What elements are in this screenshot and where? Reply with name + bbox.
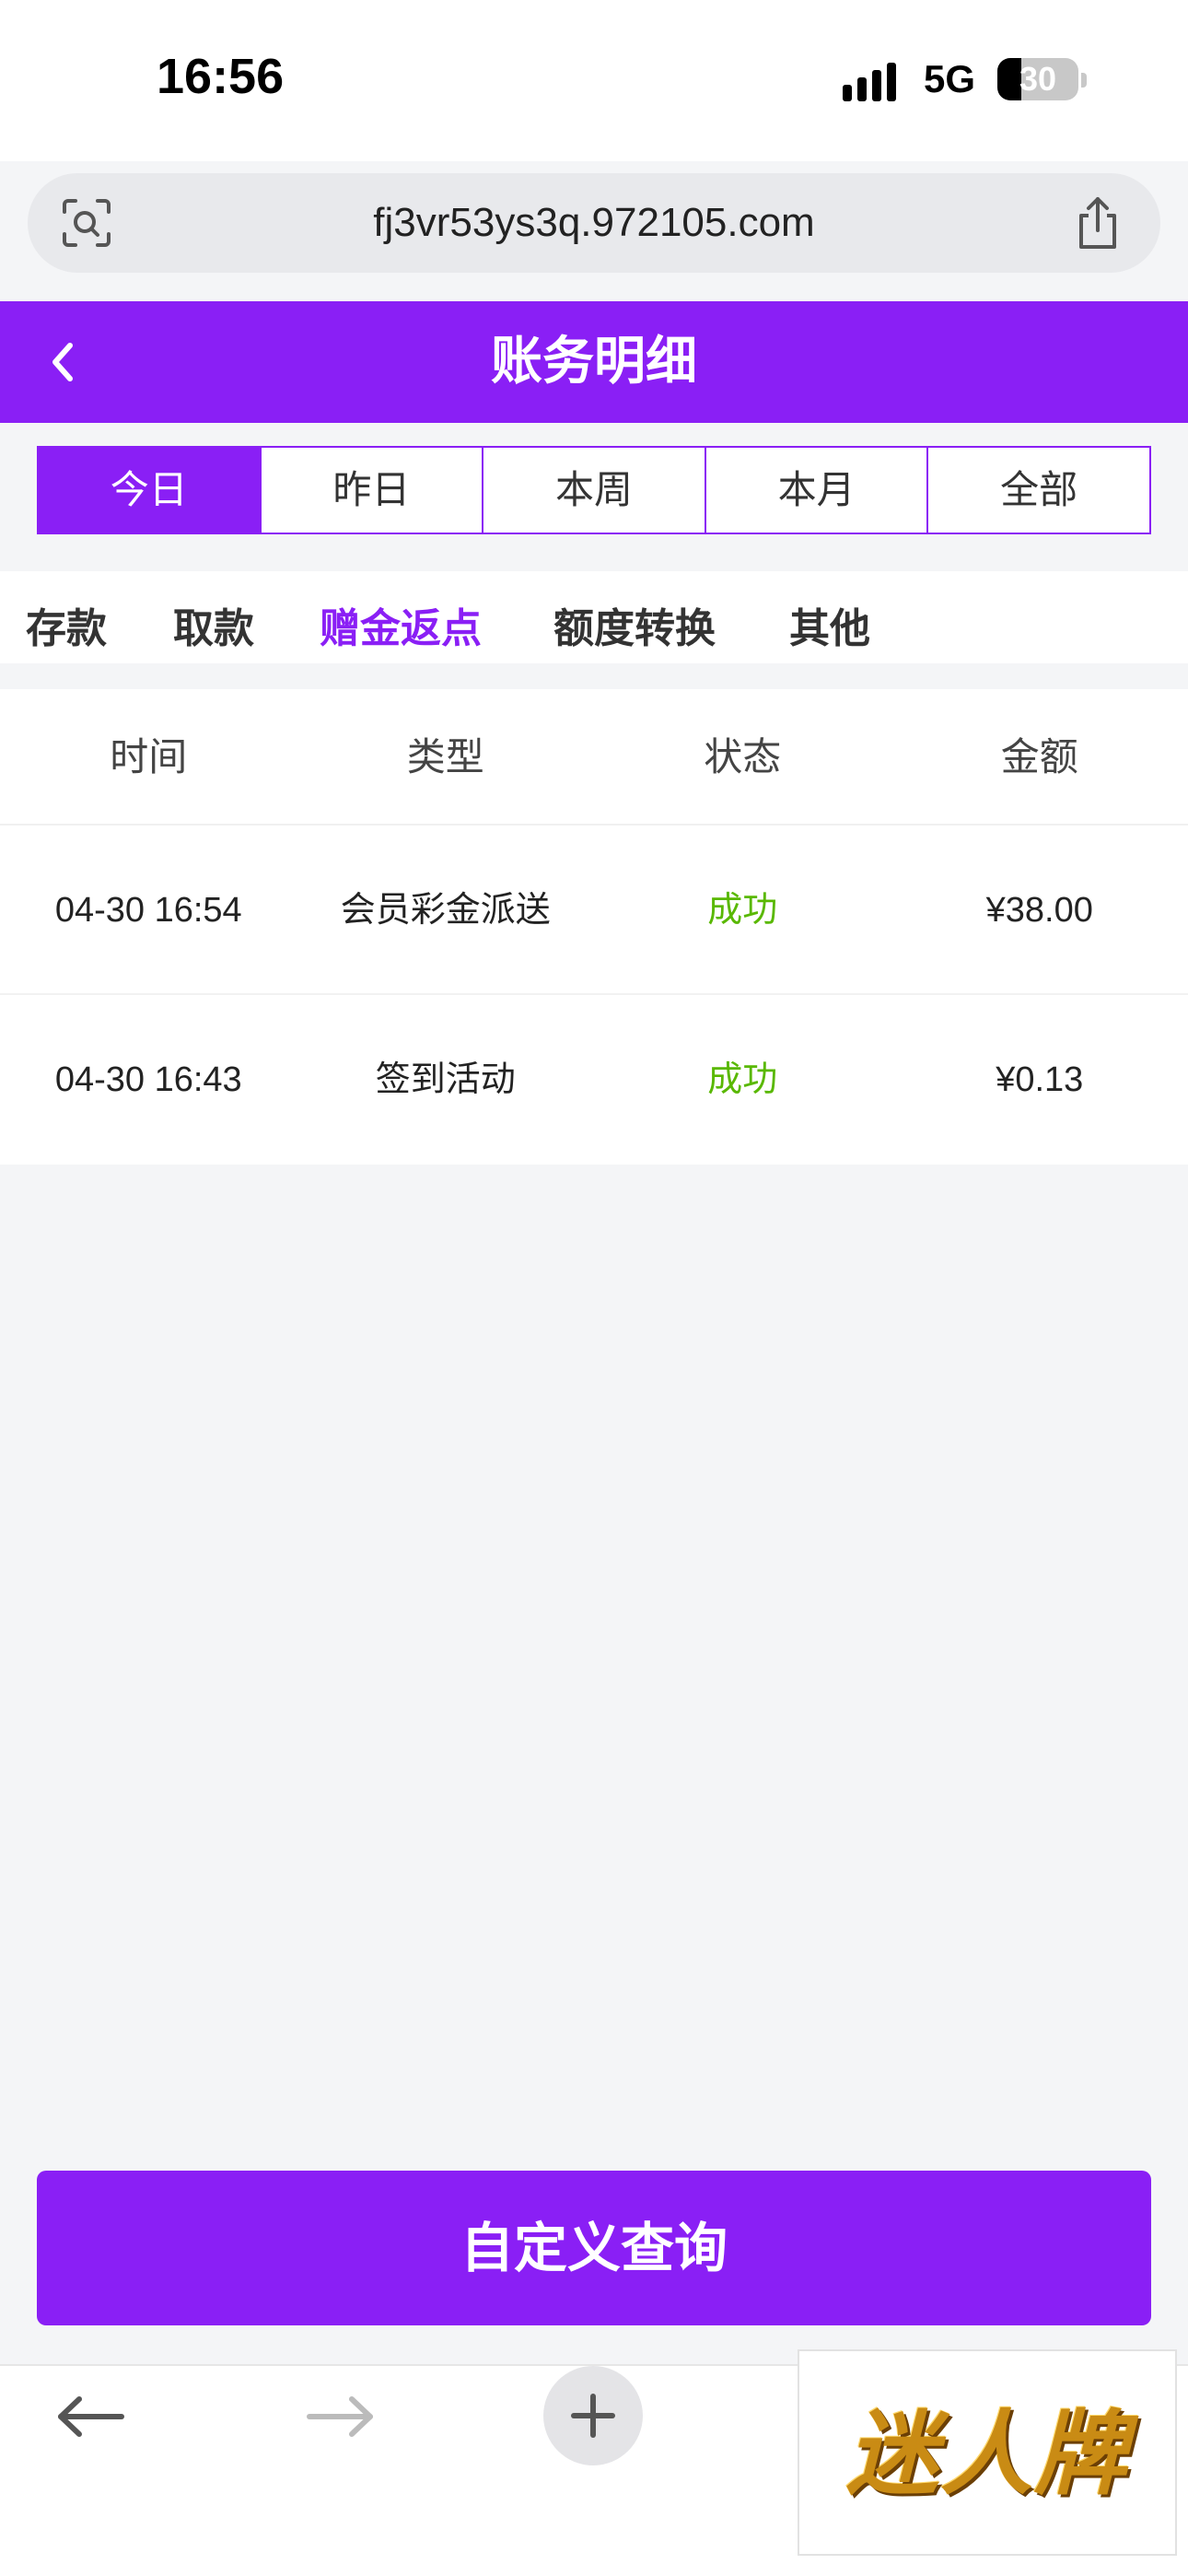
cell-time: 04-30 16:43 xyxy=(54,1060,242,1099)
network-type: 5G xyxy=(924,57,976,100)
table-row[interactable]: 04-30 16:54 会员彩金派送 成功 ¥38.00 xyxy=(0,825,1188,995)
table-header: 时间 类型 状态 金额 xyxy=(0,689,1188,825)
tab-this-month[interactable]: 本月 xyxy=(705,448,929,533)
tab-quota-transfer[interactable]: 额度转换 xyxy=(553,595,716,654)
cell-amount: ¥38.00 xyxy=(985,891,1093,930)
brand-logo: 迷人牌 xyxy=(798,2349,1177,2556)
table-row[interactable]: 04-30 16:43 签到活动 成功 ¥0.13 xyxy=(0,995,1188,1165)
tab-today[interactable]: 今日 xyxy=(39,448,262,533)
column-header-type: 类型 xyxy=(406,734,484,779)
cell-amount: ¥0.13 xyxy=(996,1060,1084,1099)
battery-percent: 30 xyxy=(1019,60,1057,98)
date-filter-tabs: 今日 昨日 本周 本月 全部 xyxy=(37,446,1151,534)
cell-status: 成功 xyxy=(707,891,778,930)
browser-toolbar: 迷人牌 xyxy=(0,2349,1188,2576)
column-header-time: 时间 xyxy=(110,734,188,779)
cell-time: 04-30 16:54 xyxy=(54,891,242,930)
tab-other[interactable]: 其他 xyxy=(789,595,870,654)
arrow-right-icon[interactable] xyxy=(304,2394,378,2440)
url-text[interactable]: fj3vr53ys3q.972105.com xyxy=(28,173,1160,273)
brand-logo-text: 迷人牌 xyxy=(846,2400,1128,2508)
cell-status: 成功 xyxy=(707,1060,778,1099)
share-icon[interactable] xyxy=(1072,195,1124,251)
tab-deposit[interactable]: 存款 xyxy=(26,595,107,654)
tab-this-week[interactable]: 本周 xyxy=(483,448,706,533)
column-header-status: 状态 xyxy=(704,734,782,779)
address-bar[interactable]: fj3vr53ys3q.972105.com xyxy=(28,173,1160,273)
tab-yesterday[interactable]: 昨日 xyxy=(261,448,484,533)
custom-query-button[interactable]: 自定义查询 xyxy=(37,2171,1151,2325)
status-bar: 16:56 5G 30 fj3vr53ys3q.972105.com xyxy=(0,0,1188,273)
status-time: 16:56 xyxy=(157,49,285,104)
signal-strength-icon xyxy=(843,59,907,101)
cell-type: 会员彩金派送 xyxy=(340,891,551,930)
cell-type: 签到活动 xyxy=(375,1060,516,1099)
transactions-table: 时间 类型 状态 金额 04-30 16:54 会员彩金派送 成功 ¥38.00… xyxy=(0,689,1188,1165)
battery-icon: 30 xyxy=(997,58,1078,100)
tab-all[interactable]: 全部 xyxy=(928,448,1149,533)
tab-withdraw[interactable]: 取款 xyxy=(173,595,254,654)
battery-cap xyxy=(1081,73,1087,88)
new-tab-button[interactable] xyxy=(543,2366,643,2465)
column-header-amount: 金额 xyxy=(1000,734,1078,779)
plus-icon xyxy=(571,2394,615,2438)
category-tabs: 存款 取款 赠金返点 额度转换 其他 xyxy=(0,571,1188,663)
tab-bonus-rebate[interactable]: 赠金返点 xyxy=(320,595,482,654)
arrow-left-icon[interactable] xyxy=(53,2394,127,2440)
app-header: 账务明细 xyxy=(0,301,1188,423)
page-title: 账务明细 xyxy=(491,332,697,392)
